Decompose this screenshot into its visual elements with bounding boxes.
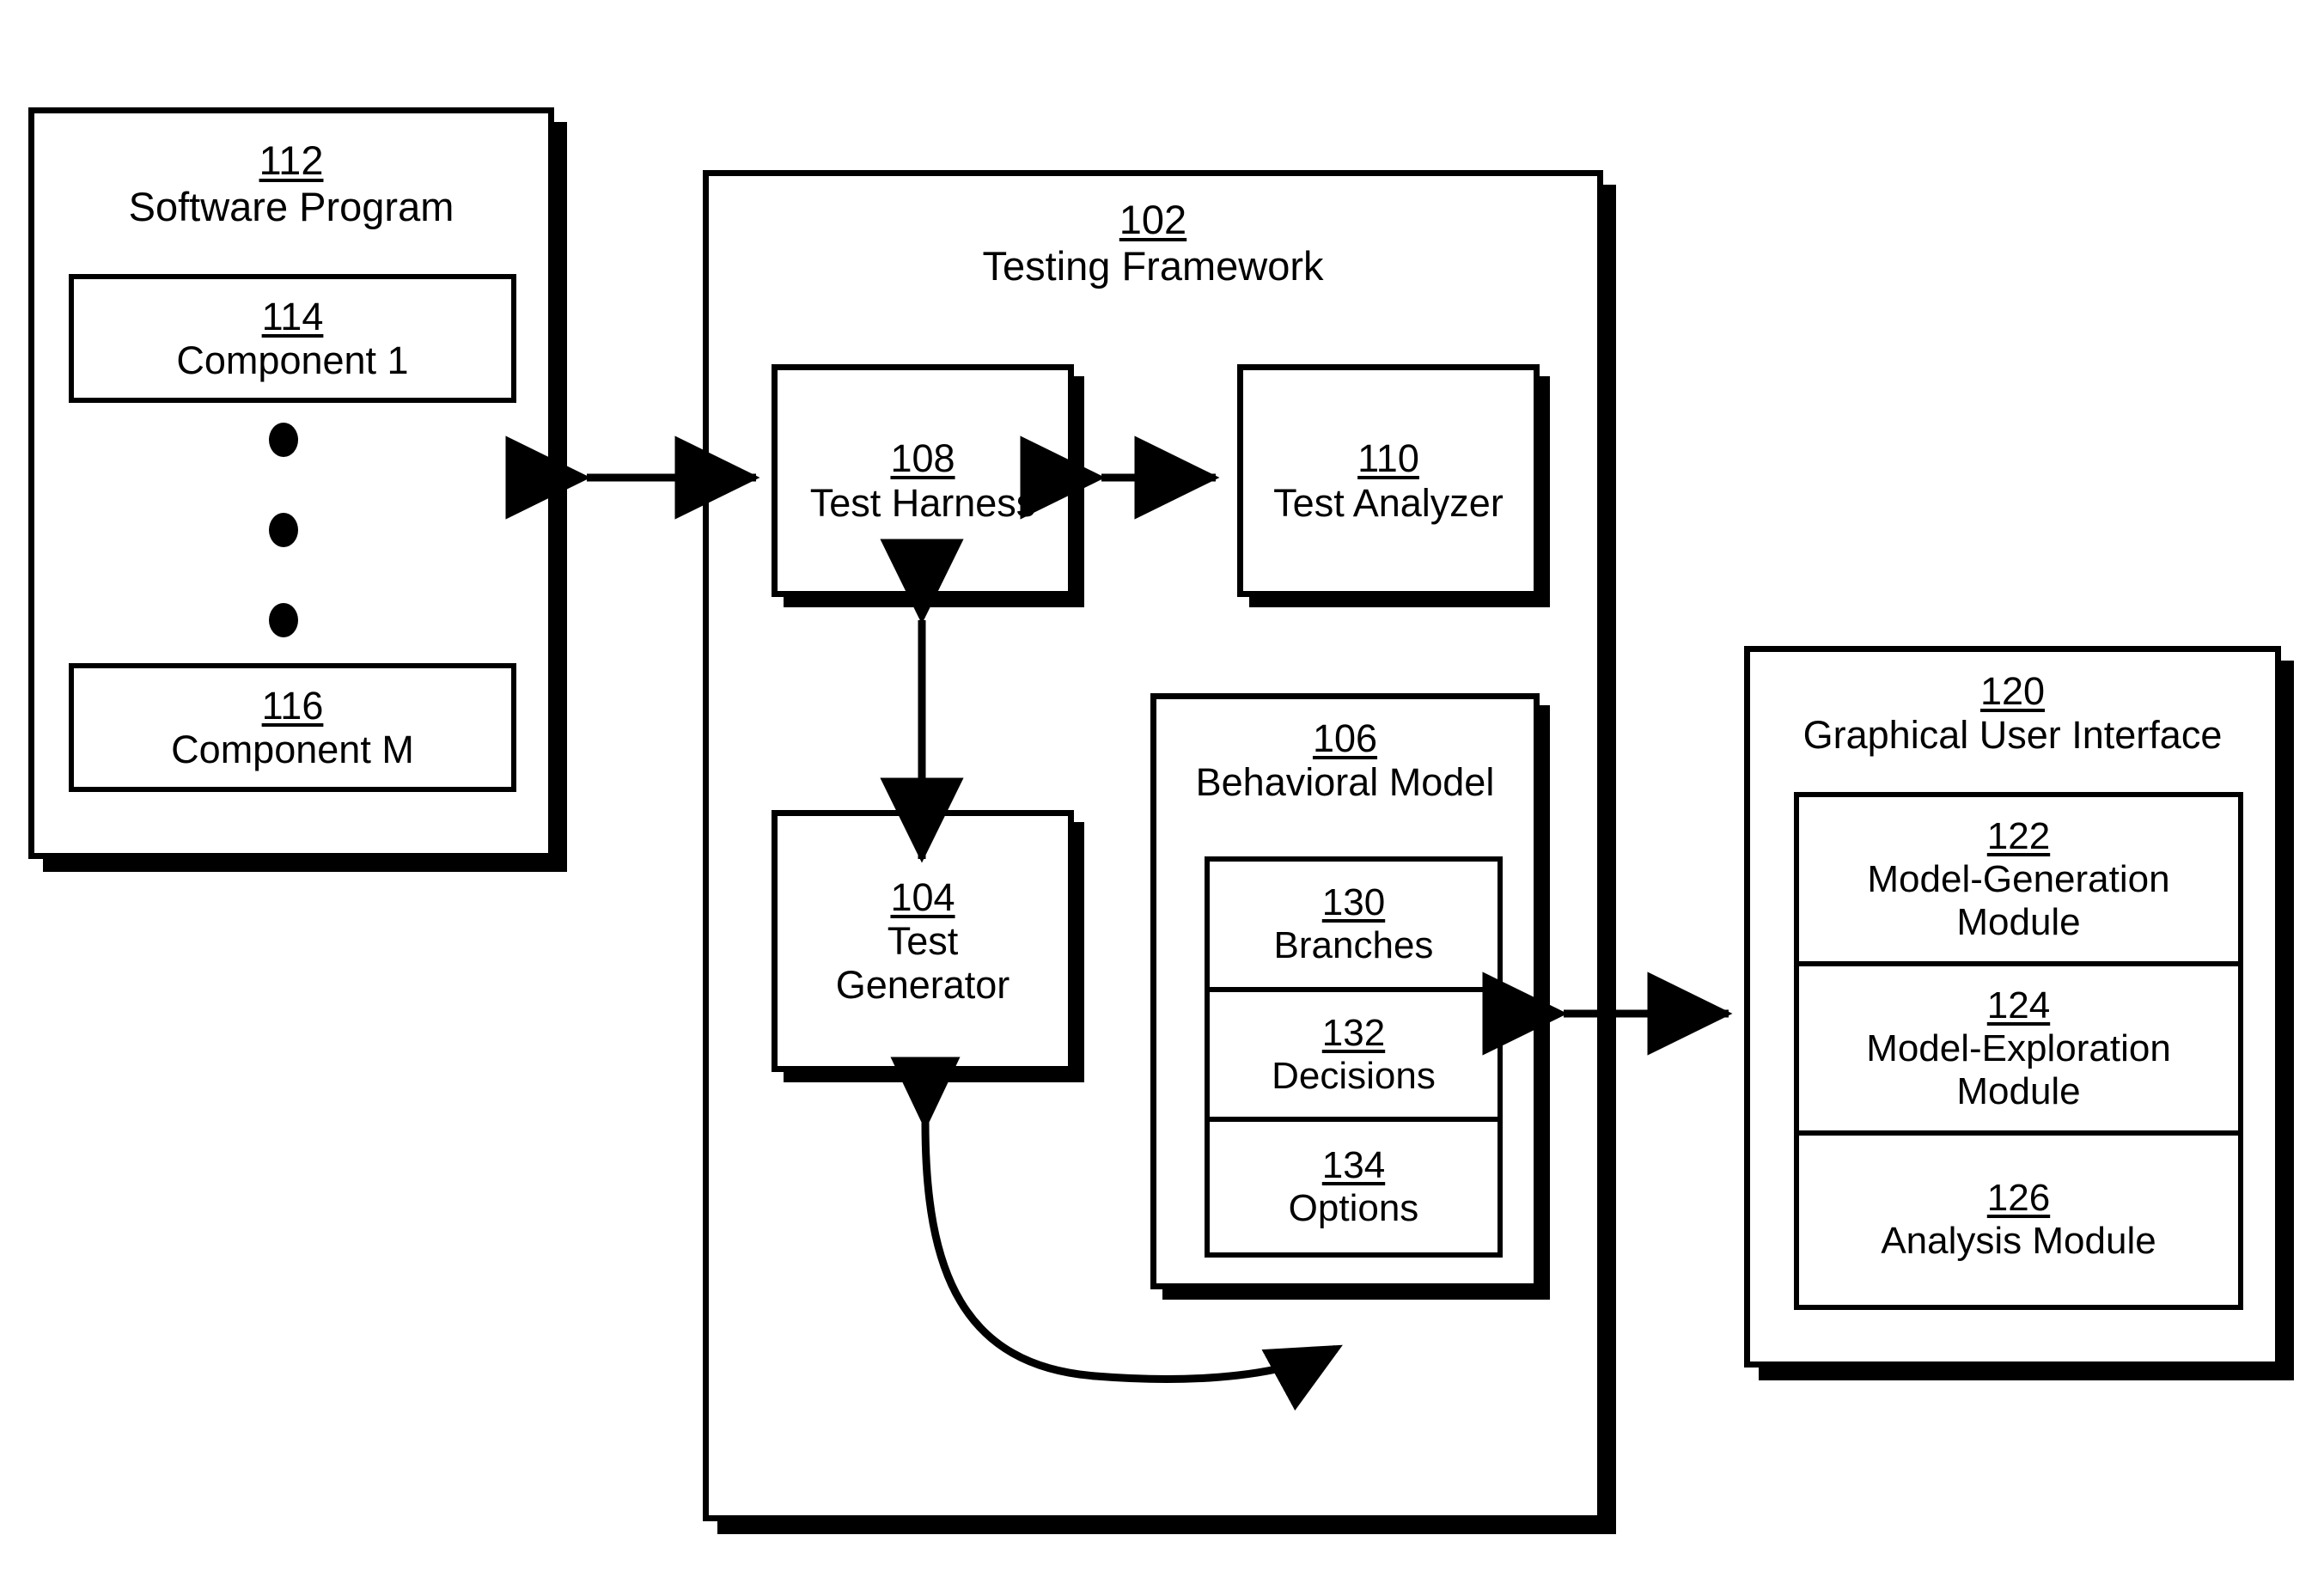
component-1-title: 114 Component 1 bbox=[74, 279, 511, 398]
test-generator-label-line2: Generator bbox=[835, 963, 1010, 1008]
gui-title: 120 Graphical User Interface bbox=[1750, 669, 2275, 758]
software-program-label: Software Program bbox=[128, 183, 454, 229]
behavioral-model-title: 106 Behavioral Model bbox=[1156, 716, 1534, 805]
decisions-ref: 132 bbox=[1321, 1011, 1386, 1054]
decisions-label: Decisions bbox=[1272, 1054, 1436, 1097]
model-generation-label-line1: Model-Generation bbox=[1867, 857, 2170, 900]
block-software-program[interactable]: 112 Software Program 114 Component 1 116… bbox=[28, 107, 554, 859]
test-harness-title: 108 Test Harness bbox=[778, 370, 1068, 591]
block-test-analyzer[interactable]: 110 Test Analyzer bbox=[1237, 364, 1540, 597]
diagram-canvas: 112 Software Program 114 Component 1 116… bbox=[0, 0, 2324, 1596]
software-program-title: 112 Software Program bbox=[34, 137, 548, 229]
component-m-ref: 116 bbox=[261, 683, 324, 728]
testing-framework-label: Testing Framework bbox=[982, 242, 1324, 289]
block-testing-framework[interactable]: 102 Testing Framework 108 Test Harness 1… bbox=[703, 170, 1603, 1521]
analysis-module-ref: 126 bbox=[1986, 1177, 2051, 1220]
behavioral-model-item-stack: 130 Branches 132 Decisions 134 Options bbox=[1205, 856, 1503, 1258]
component-1-ref: 114 bbox=[261, 294, 324, 338]
block-test-generator[interactable]: 104 Test Generator bbox=[772, 810, 1074, 1072]
test-generator-title: 104 Test Generator bbox=[778, 816, 1068, 1066]
model-exploration-ref: 124 bbox=[1986, 984, 2051, 1026]
block-branches[interactable]: 130 Branches bbox=[1210, 862, 1497, 992]
model-generation-ref: 122 bbox=[1986, 814, 2051, 857]
test-analyzer-ref: 110 bbox=[1357, 436, 1419, 481]
gui-ref: 120 bbox=[1979, 669, 2046, 713]
block-options[interactable]: 134 Options bbox=[1210, 1122, 1497, 1252]
ellipsis-dot bbox=[269, 513, 298, 547]
testing-framework-ref: 102 bbox=[1119, 197, 1187, 242]
component-m-label: Component M bbox=[171, 728, 414, 771]
component-m-title: 116 Component M bbox=[74, 668, 511, 787]
model-exploration-label-line1: Model-Exploration bbox=[1866, 1026, 2171, 1069]
block-component-m[interactable]: 116 Component M bbox=[69, 663, 516, 792]
block-test-harness[interactable]: 108 Test Harness bbox=[772, 364, 1074, 597]
options-label: Options bbox=[1288, 1187, 1419, 1230]
gui-module-stack: 122 Model-Generation Module 124 Model-Ex… bbox=[1794, 792, 2243, 1310]
branches-ref: 130 bbox=[1321, 880, 1386, 923]
model-generation-label-line2: Module bbox=[1956, 900, 2081, 943]
block-behavioral-model[interactable]: 106 Behavioral Model 130 Branches 132 De… bbox=[1150, 693, 1540, 1289]
model-exploration-label-line2: Module bbox=[1956, 1069, 2081, 1112]
gui-label: Graphical User Interface bbox=[1802, 713, 2223, 758]
test-analyzer-title: 110 Test Analyzer bbox=[1243, 370, 1534, 591]
branches-label: Branches bbox=[1273, 923, 1434, 966]
options-ref: 134 bbox=[1321, 1144, 1386, 1187]
ellipsis-dot bbox=[269, 603, 298, 637]
software-program-ref: 112 bbox=[259, 137, 324, 183]
component-1-label: Component 1 bbox=[176, 338, 409, 382]
components-ellipsis bbox=[269, 423, 298, 637]
behavioral-model-label: Behavioral Model bbox=[1195, 760, 1495, 805]
block-graphical-user-interface[interactable]: 120 Graphical User Interface 122 Model-G… bbox=[1744, 646, 2281, 1368]
test-harness-ref: 108 bbox=[890, 436, 955, 481]
ellipsis-dot bbox=[269, 423, 298, 457]
block-decisions[interactable]: 132 Decisions bbox=[1210, 992, 1497, 1123]
behavioral-model-ref: 106 bbox=[1312, 716, 1378, 760]
block-component-1[interactable]: 114 Component 1 bbox=[69, 274, 516, 403]
block-model-generation-module[interactable]: 122 Model-Generation Module bbox=[1799, 797, 2238, 967]
block-model-exploration-module[interactable]: 124 Model-Exploration Module bbox=[1799, 966, 2238, 1136]
testing-framework-title: 102 Testing Framework bbox=[709, 197, 1597, 289]
test-generator-ref: 104 bbox=[890, 874, 955, 919]
test-analyzer-label: Test Analyzer bbox=[1273, 480, 1504, 525]
test-generator-label-line1: Test bbox=[887, 918, 959, 963]
analysis-module-label-line1: Analysis Module bbox=[1881, 1220, 2156, 1263]
block-analysis-module[interactable]: 126 Analysis Module bbox=[1799, 1136, 2238, 1305]
test-harness-label: Test Harness bbox=[809, 480, 1036, 525]
